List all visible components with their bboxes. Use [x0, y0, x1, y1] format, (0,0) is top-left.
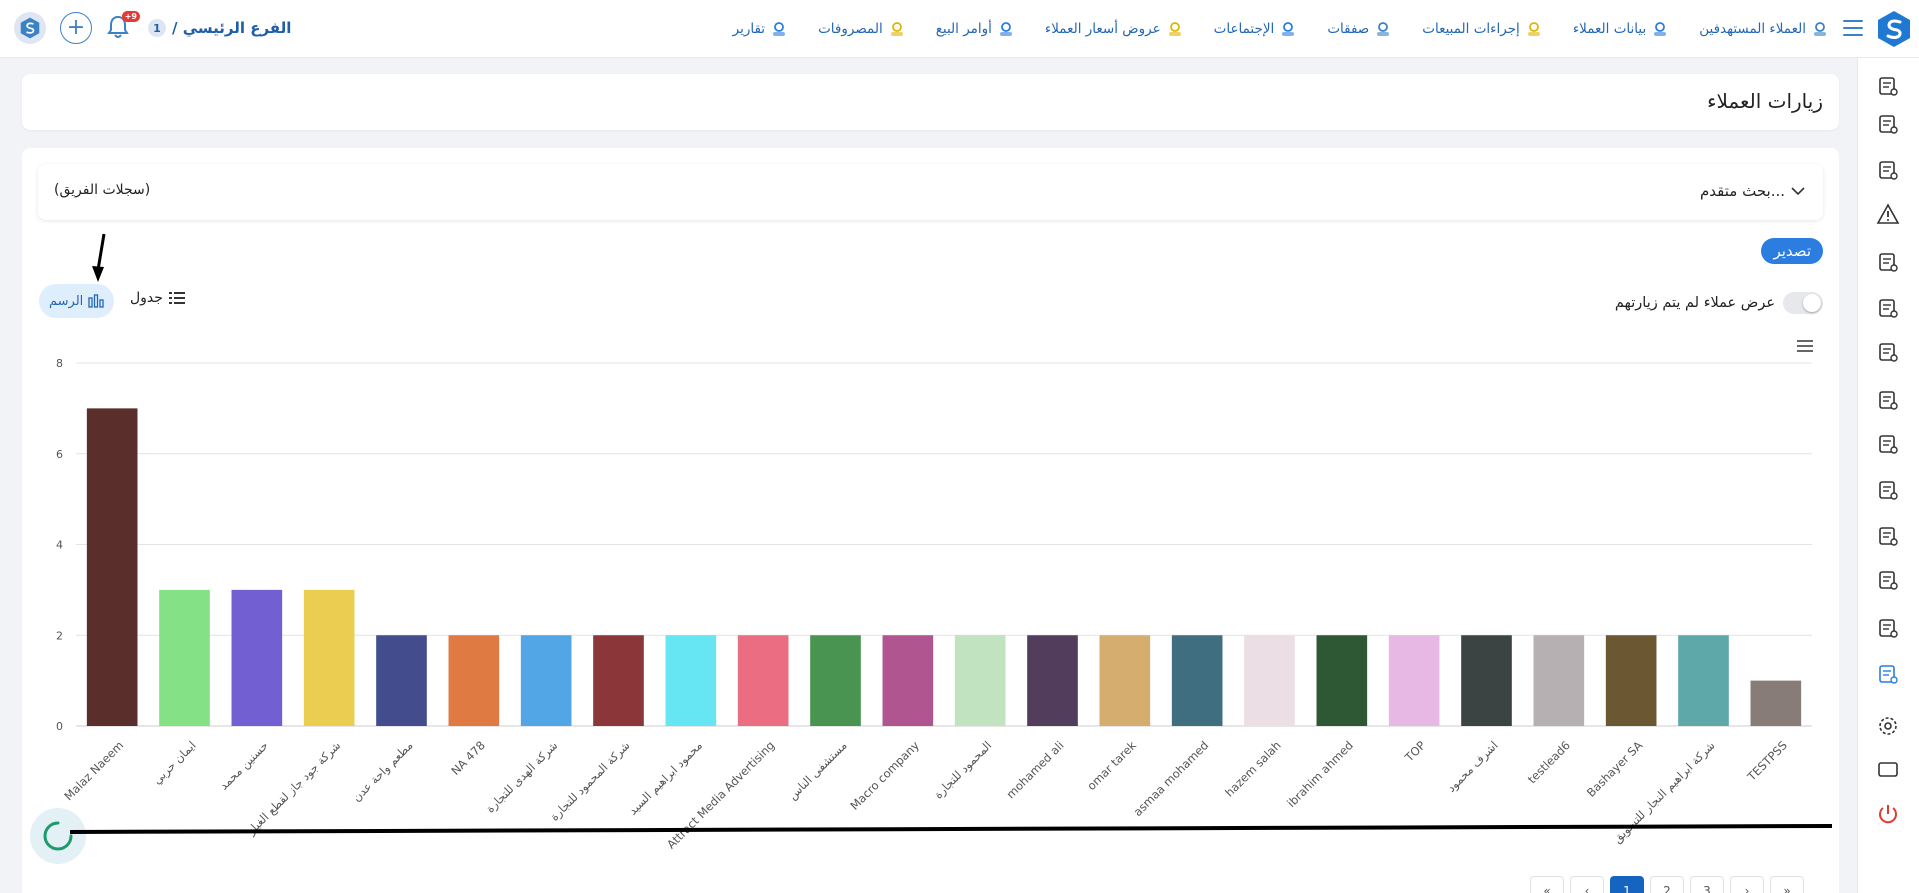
bar-8[interactable]	[665, 635, 717, 726]
pager-button-6[interactable]: »	[1770, 876, 1804, 893]
y-tick-label: 6	[56, 448, 63, 461]
bar-2[interactable]	[231, 589, 283, 726]
bar-9[interactable]	[737, 635, 789, 726]
bar-1[interactable]	[159, 589, 210, 726]
y-tick-label: 2	[56, 629, 63, 642]
x-tick-label: ibrahim ahmed	[1284, 738, 1356, 810]
y-tick-label: 4	[56, 539, 63, 552]
x-tick-label: حسنين محمد	[217, 738, 272, 793]
bar-23[interactable]	[1750, 680, 1802, 726]
x-tick-label: TESTPSS	[1744, 738, 1790, 784]
x-tick-label: NA 478	[448, 738, 488, 778]
spinner-icon	[43, 821, 73, 851]
bar-5[interactable]	[448, 635, 500, 726]
x-tick-label: مستشفى الناس	[785, 738, 850, 803]
pager-button-1[interactable]: ‹	[1570, 876, 1604, 893]
pager-button-0[interactable]: «	[1530, 876, 1564, 893]
x-tick-label: مطعم واحة عدن	[350, 738, 417, 805]
bar-22[interactable]	[1678, 635, 1729, 726]
bar-16[interactable]	[1244, 635, 1295, 726]
x-tick-label: mohamed ali	[1004, 738, 1067, 801]
x-tick-label: Malaz Naeem	[61, 738, 126, 803]
bar-11[interactable]	[882, 635, 934, 726]
bar-13[interactable]	[1027, 635, 1078, 726]
x-tick-label: شركة الهدى للتجارة	[483, 738, 561, 816]
x-tick-label: TOP	[1401, 738, 1428, 765]
bar-14[interactable]	[1099, 635, 1151, 726]
bar-3[interactable]	[303, 589, 355, 726]
x-tick-label: اشرف محمود	[1444, 738, 1501, 795]
x-tick-label: hazem salah	[1222, 738, 1283, 799]
x-tick-label: المحمود للتجارة	[931, 738, 995, 802]
bar-20[interactable]	[1533, 635, 1585, 726]
pager-button-2[interactable]: 1	[1610, 876, 1644, 893]
visits-bar-chart: 0 2 4 6 8 Malaz Naeem ايمان حربي حسنين محمد شركة…	[56, 357, 1812, 852]
pager-button-5[interactable]: ›	[1730, 876, 1764, 893]
x-tick-label: ايمان حربي	[150, 738, 199, 787]
bar-21[interactable]	[1605, 635, 1657, 726]
pager-info: ...	[1450, 884, 1462, 893]
x-tick-label: شركة المحمود للتجارة	[547, 738, 633, 824]
bar-7[interactable]	[593, 635, 644, 726]
loading-spinner	[30, 808, 86, 864]
bar-19[interactable]	[1461, 635, 1512, 726]
x-tick-label: Macro company	[847, 738, 922, 813]
pager-button-4[interactable]: 3	[1690, 876, 1724, 893]
bar-15[interactable]	[1171, 635, 1223, 726]
bar-4[interactable]	[376, 635, 427, 726]
y-tick-label: 8	[56, 357, 63, 370]
bar-10[interactable]	[810, 635, 861, 726]
bar-12[interactable]	[954, 635, 1006, 726]
x-tick-label: asmaa mohamed	[1131, 738, 1212, 819]
x-tick-label: testlead6	[1525, 738, 1573, 786]
bar-6[interactable]	[520, 635, 572, 726]
pager-button-3[interactable]: 2	[1650, 876, 1684, 893]
bar-18[interactable]	[1388, 635, 1440, 726]
bar-17[interactable]	[1316, 635, 1368, 726]
x-tick-label: Bashayer SA	[1584, 738, 1646, 800]
pagination: « ‹ 1 2 3 › »	[1530, 876, 1804, 893]
y-tick-label: 0	[56, 720, 63, 733]
x-tick-label: محمود ابراهيم السيد	[626, 738, 706, 818]
bar-0[interactable]	[86, 408, 138, 726]
x-tick-label: omar tarek	[1084, 738, 1139, 793]
